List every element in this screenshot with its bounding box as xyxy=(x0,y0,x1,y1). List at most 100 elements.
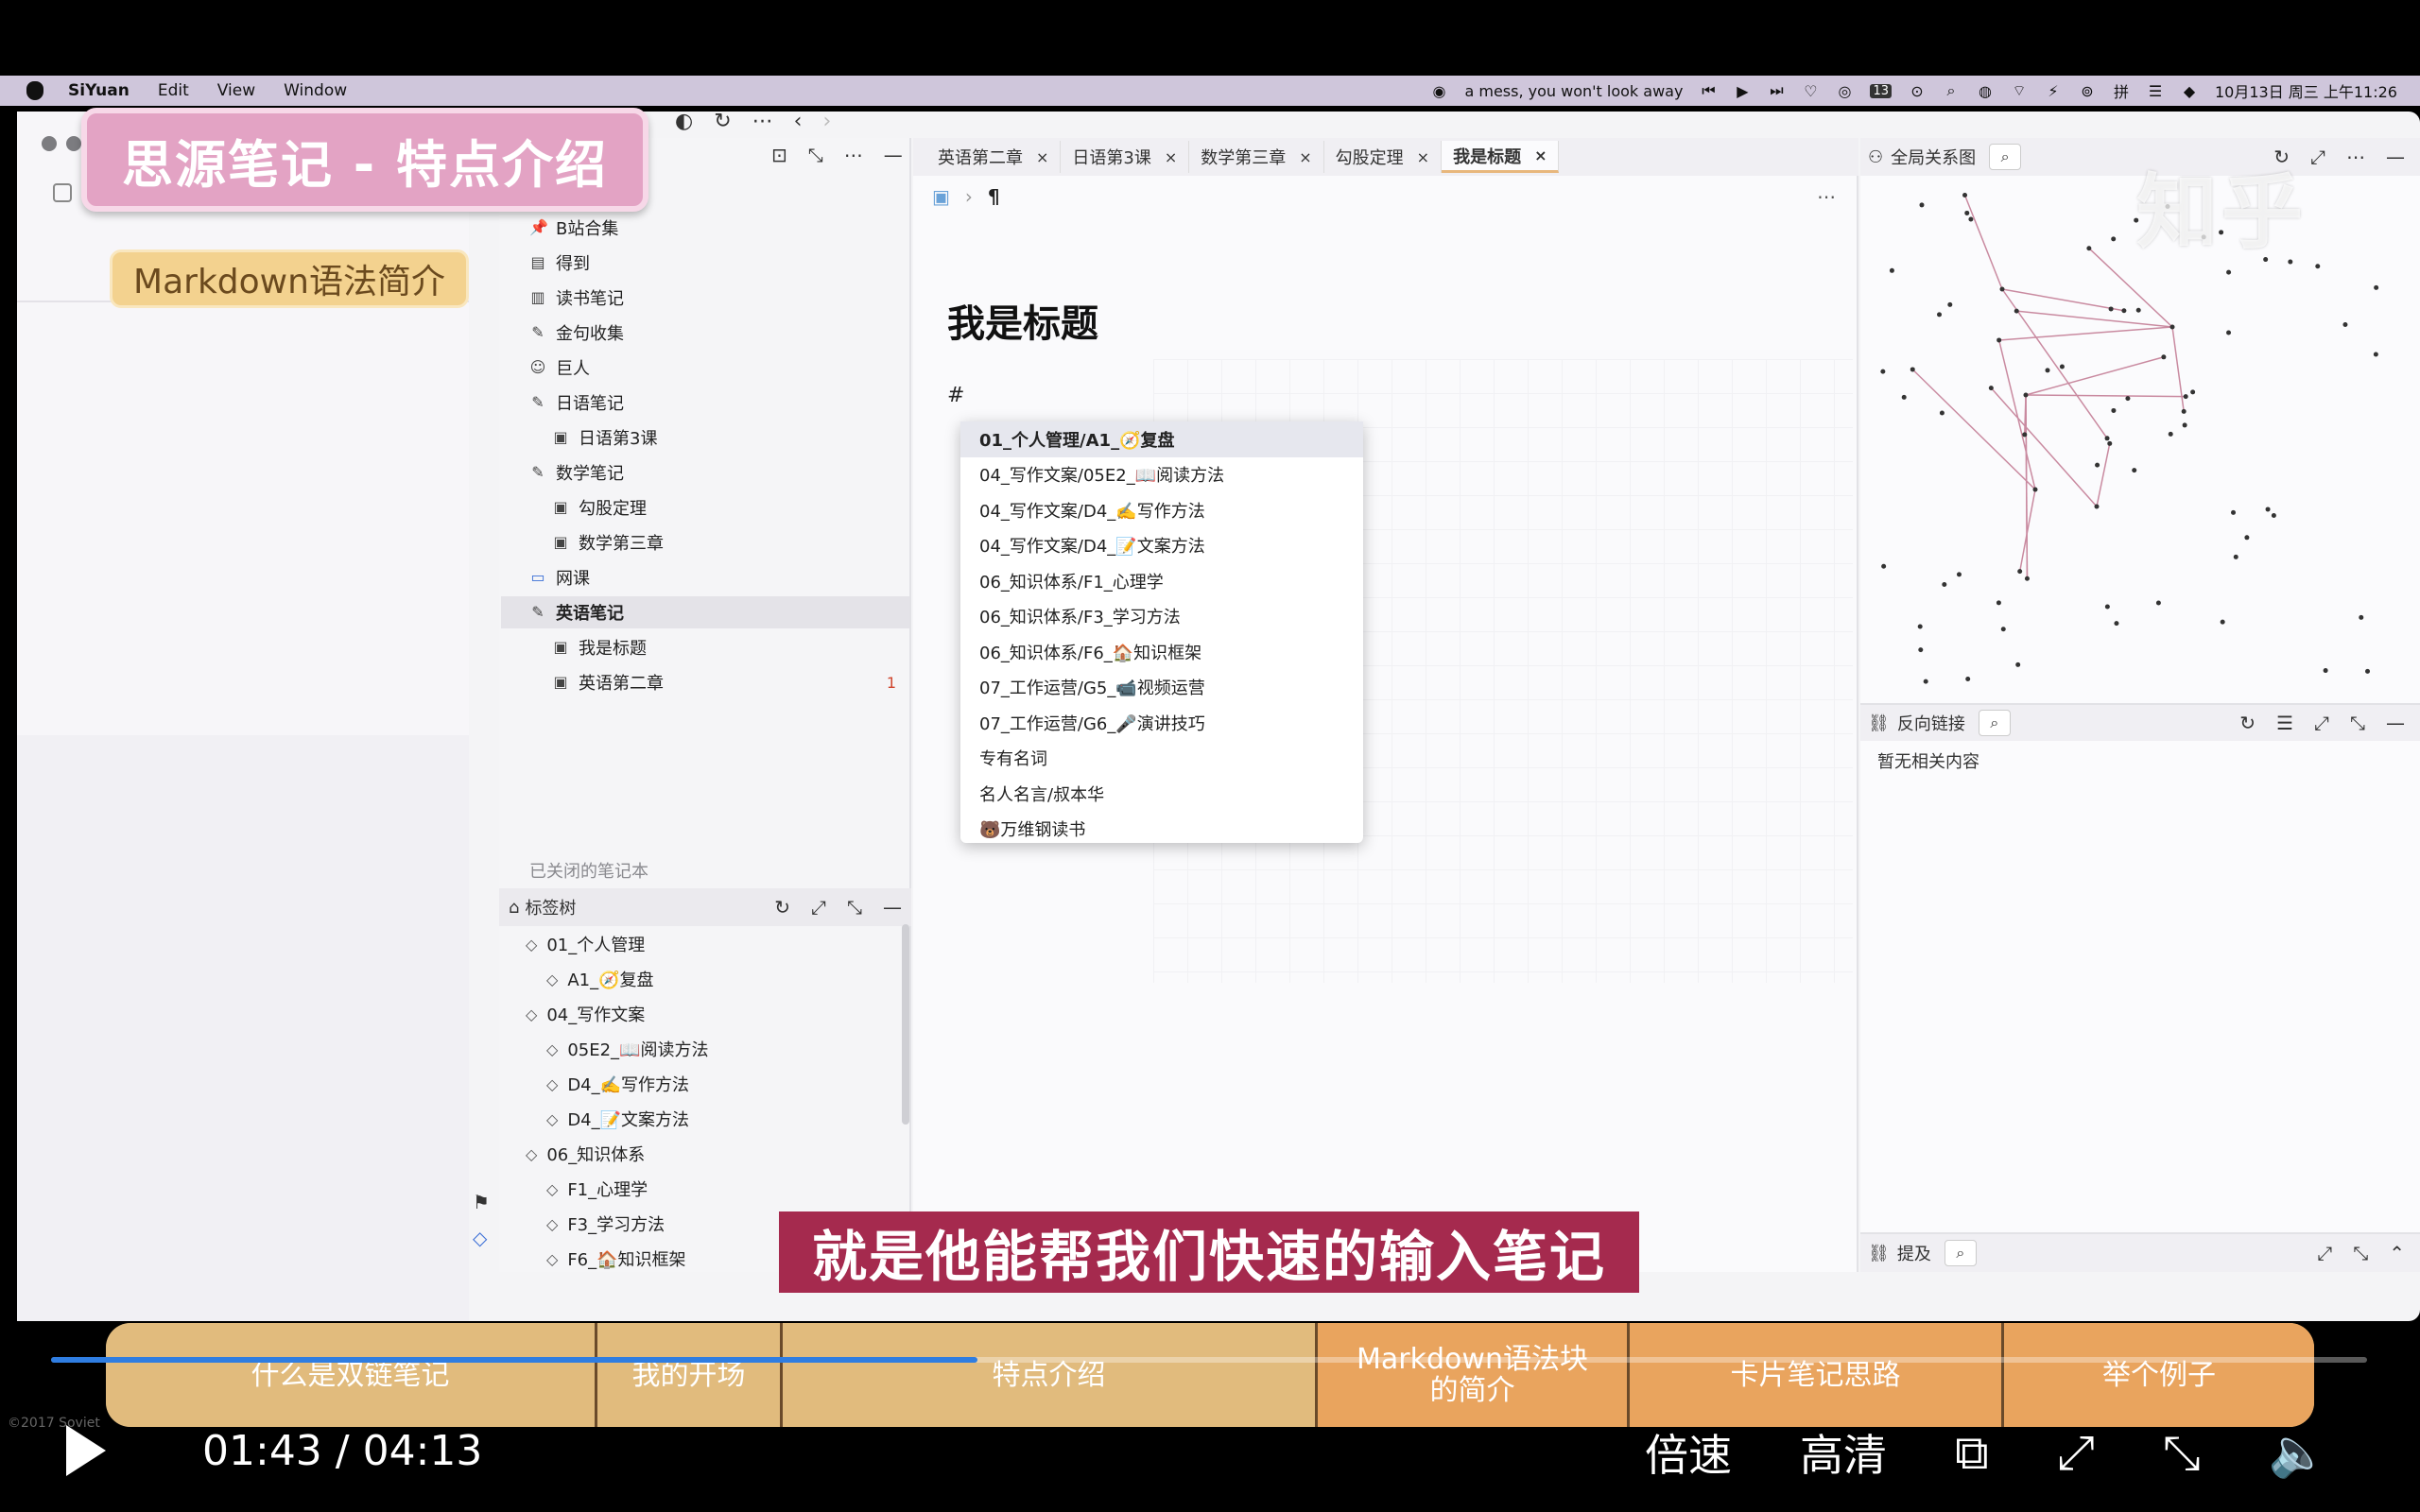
close-tab-icon[interactable]: × xyxy=(1299,148,1311,166)
menu-item[interactable]: 04_写作文案/D4_📝文案方法 xyxy=(960,528,1363,564)
graph-node[interactable] xyxy=(2111,407,2117,413)
tree-item[interactable]: ✎ 数学笔记 xyxy=(529,456,624,489)
back-icon[interactable]: ‹ xyxy=(794,110,803,133)
graph-node[interactable] xyxy=(1999,286,2005,292)
expand-icon[interactable]: ⤢ xyxy=(811,896,826,919)
tag-tree-scrollbar[interactable] xyxy=(902,924,909,1125)
record-icon[interactable]: ◉ xyxy=(1430,82,1447,100)
collapse-all-icon[interactable]: ⤡ xyxy=(808,144,823,166)
graph-node[interactable] xyxy=(2365,668,2371,674)
graph-node[interactable] xyxy=(2168,431,2173,437)
theme-toggle-icon[interactable]: ◐ xyxy=(675,110,693,133)
collapse-list-icon[interactable]: ☰ xyxy=(2276,712,2293,734)
graph-node[interactable] xyxy=(2095,462,2100,468)
tag-item[interactable]: ◇ A1_🧭复盘 xyxy=(546,963,654,995)
sync-icon[interactable]: ↻ xyxy=(714,110,731,133)
graph-node[interactable] xyxy=(2014,308,2019,314)
tree-item[interactable]: ▣ 数学第三章 xyxy=(552,526,664,558)
volume-icon[interactable]: 🔈 xyxy=(2269,1425,2327,1481)
graph-node[interactable] xyxy=(1880,369,1886,374)
search-icon[interactable]: ⌕ xyxy=(1989,144,2022,170)
graph-node[interactable] xyxy=(2015,662,2021,667)
graph-node[interactable] xyxy=(2373,352,2378,357)
graph-node[interactable] xyxy=(1937,312,1943,318)
graph-node[interactable] xyxy=(2271,512,2276,518)
graph-node[interactable] xyxy=(2155,600,2161,606)
graph-node[interactable] xyxy=(2094,504,2100,509)
menu-app-name[interactable]: SiYuan xyxy=(68,81,130,100)
spotlight-icon[interactable]: ⌕ xyxy=(1943,81,1960,100)
tree-item[interactable]: ▣ 日语第3课 xyxy=(552,421,657,454)
graph-node[interactable] xyxy=(1939,410,1945,416)
paragraph-mark[interactable]: ¶ xyxy=(988,185,1000,208)
menu-edit[interactable]: Edit xyxy=(158,81,189,100)
graph-node[interactable] xyxy=(1881,563,1887,569)
tab-active-title[interactable]: 我是标题 × xyxy=(1442,141,1560,173)
graph-node[interactable] xyxy=(1968,216,1974,222)
graph-node[interactable] xyxy=(2111,236,2117,242)
graph-node[interactable] xyxy=(1996,600,2001,606)
tag-item[interactable]: ◇ F3_学习方法 xyxy=(546,1208,665,1240)
menubar-datetime[interactable]: 10月13日 周三 上午11:26 xyxy=(2215,79,2397,102)
menu-item[interactable]: 06_知识体系/F1_心理学 xyxy=(960,563,1363,599)
tag-item[interactable]: ◇ 04_写作文案 xyxy=(526,998,645,1030)
minimize-icon[interactable]: — xyxy=(2386,146,2405,168)
graph-node[interactable] xyxy=(1965,677,1971,682)
graph-node[interactable] xyxy=(2032,487,2038,492)
menu-item[interactable]: 专有名词 xyxy=(960,741,1363,777)
graph-node[interactable] xyxy=(1901,394,1907,400)
graph-node[interactable] xyxy=(2108,306,2114,312)
graph-node[interactable] xyxy=(2086,246,2092,251)
apple-icon[interactable] xyxy=(26,81,43,100)
graph-node[interactable] xyxy=(1910,367,1915,372)
expand-icon[interactable]: ⤢ xyxy=(2314,712,2329,734)
minimize-icon[interactable]: — xyxy=(2386,712,2405,734)
chapter-item[interactable]: Markdown语法块 的简介 xyxy=(1318,1323,1630,1427)
menu-item[interactable]: 04_写作文案/05E2_📖阅读方法 xyxy=(960,457,1363,493)
menu-item[interactable]: 名人名言/叔本华 xyxy=(960,776,1363,812)
graph-node[interactable] xyxy=(2342,322,2348,328)
quality-button[interactable]: 高清 xyxy=(1800,1421,1887,1484)
fullscreen-icon[interactable]: ⤢ xyxy=(2057,1425,2095,1481)
graph-node[interactable] xyxy=(1942,581,1947,587)
refresh-icon[interactable]: ↻ xyxy=(774,896,790,919)
closed-notebooks-label[interactable]: 已关闭的笔记本 xyxy=(529,858,648,883)
tree-item[interactable]: 📌 B站合集 xyxy=(529,212,618,244)
graph-node[interactable] xyxy=(1964,210,1970,215)
tag-item[interactable]: ◇ 06_知识体系 xyxy=(526,1138,645,1170)
play-track-icon[interactable]: ▶ xyxy=(1734,82,1751,100)
heart-icon[interactable]: ♡ xyxy=(1802,82,1819,100)
more-icon[interactable]: ⋯ xyxy=(2346,146,2365,168)
tree-item[interactable]: ▤ 得到 xyxy=(529,247,590,279)
graph-node[interactable] xyxy=(2323,668,2328,674)
graph-node[interactable] xyxy=(2045,368,2050,373)
graph-node[interactable] xyxy=(2024,576,2030,581)
graph-node[interactable] xyxy=(2169,324,2175,330)
expand-icon[interactable]: ⤢ xyxy=(2317,1242,2332,1264)
input-method-icon[interactable]: 拼 xyxy=(2113,79,2130,102)
tab-english-ch2[interactable]: 英语第二章 × xyxy=(926,141,1062,173)
close-tab-icon[interactable]: × xyxy=(1165,148,1177,166)
tag-item[interactable]: ◇ D4_📝文案方法 xyxy=(546,1103,689,1135)
graph-node[interactable] xyxy=(2104,436,2110,441)
graph-node[interactable] xyxy=(2059,364,2065,369)
tag-item[interactable]: ◇ 05E2_📖阅读方法 xyxy=(546,1033,708,1065)
chapter-item[interactable]: 特点介绍 xyxy=(783,1323,1318,1427)
tree-item-active[interactable]: ✎ 英语笔记 xyxy=(501,596,909,628)
graph-node[interactable] xyxy=(2190,389,2196,395)
tree-minimize-icon[interactable]: — xyxy=(884,144,903,166)
menu-item[interactable]: 06_知识体系/F6_🏠知识框架 xyxy=(960,634,1363,670)
tag-dock-icon[interactable]: ◇ xyxy=(473,1227,490,1249)
close-tab-icon[interactable]: × xyxy=(1534,146,1547,164)
chapter-item[interactable]: 我的开场 xyxy=(597,1323,783,1427)
graph-node[interactable] xyxy=(2233,554,2238,559)
tree-item[interactable]: ✎ 金句收集 xyxy=(529,317,624,349)
search-icon[interactable]: ⌕ xyxy=(1944,1240,1977,1266)
graph-node[interactable] xyxy=(2017,569,2023,575)
more-icon[interactable]: ⋯ xyxy=(752,110,773,133)
control-center-icon[interactable]: ☰ xyxy=(2147,82,2164,100)
picture-in-picture-icon[interactable]: ⧉ xyxy=(1955,1425,1989,1481)
graph-node[interactable] xyxy=(2135,307,2141,313)
siri-icon[interactable]: ◆ xyxy=(2181,82,2198,100)
tree-item[interactable]: ✎ 日语笔记 xyxy=(529,387,624,419)
